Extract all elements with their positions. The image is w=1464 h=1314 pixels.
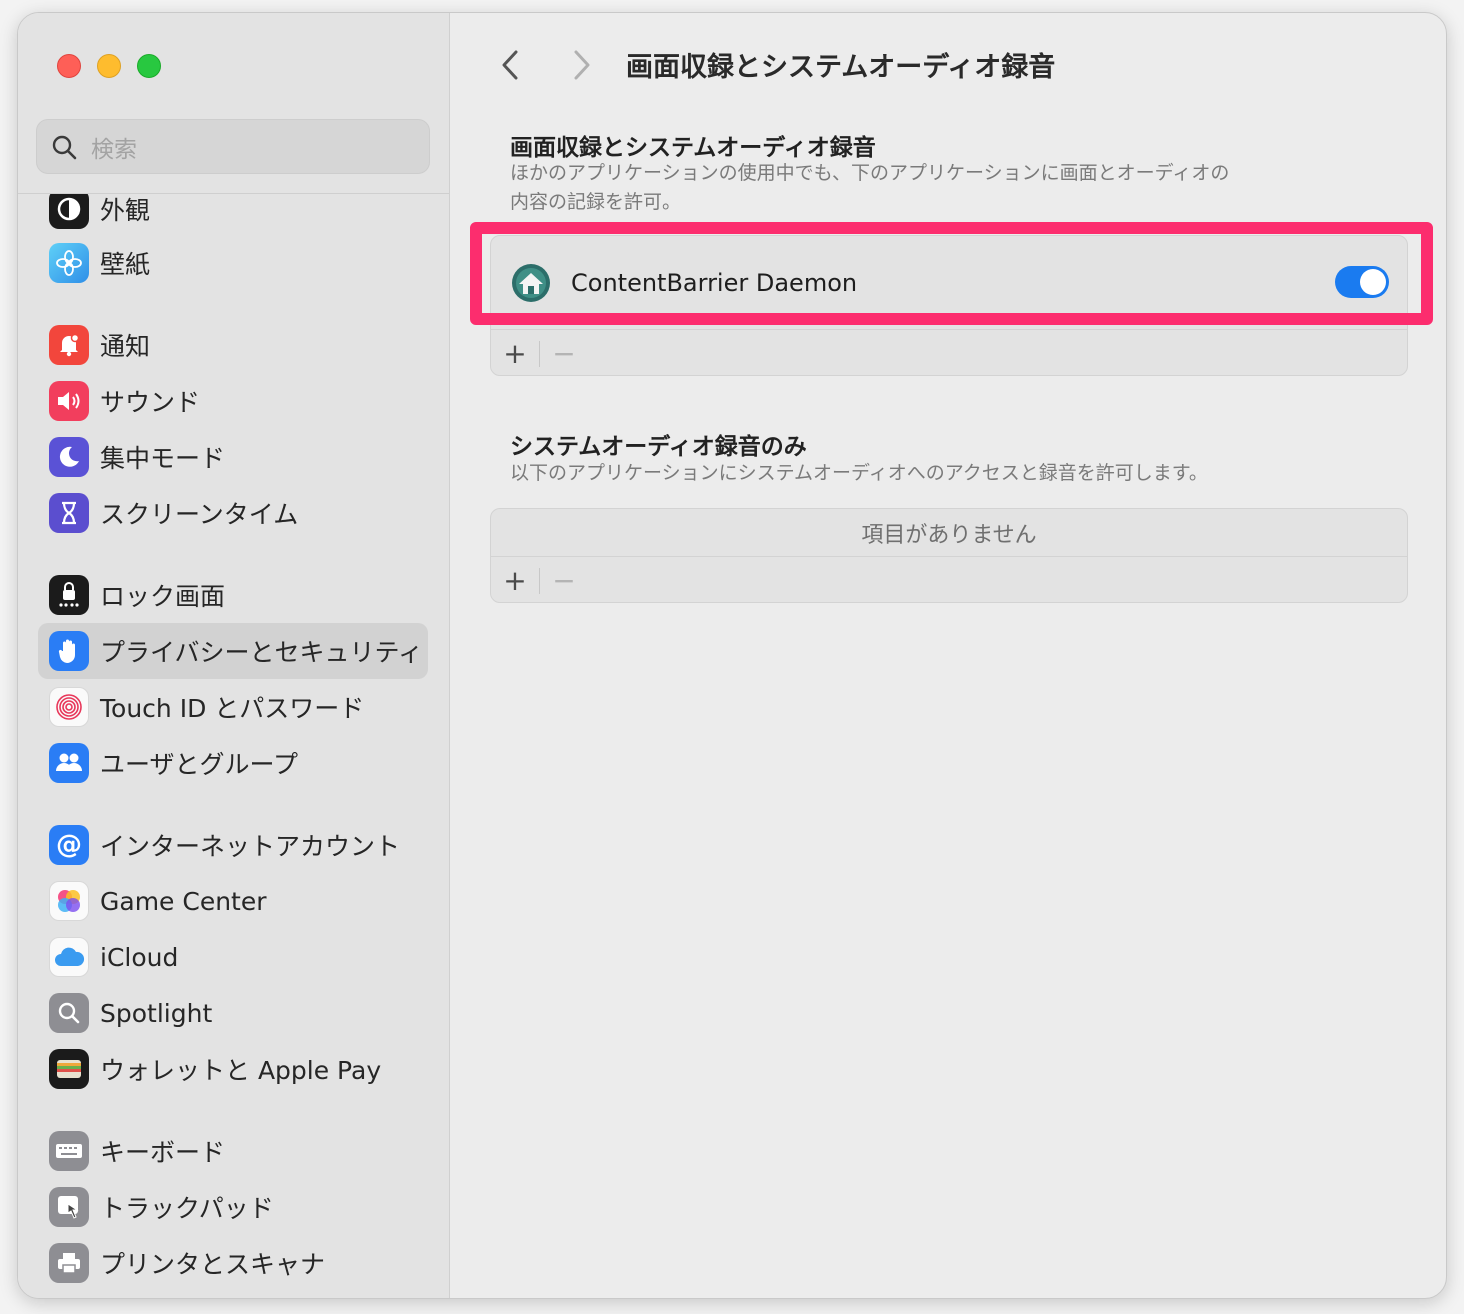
sidebar-item-label: スクリーンタイム [100, 500, 299, 529]
sidebar-item-printers[interactable]: プリンタとスキャナ [38, 1235, 428, 1291]
remove-button[interactable]: − [540, 558, 588, 602]
sidebar-item-touch-id[interactable]: Touch ID とパスワード [38, 679, 428, 735]
users-icon [49, 743, 89, 783]
at-icon: @ [49, 825, 89, 865]
sidebar-item-appearance[interactable]: 外観 [38, 194, 428, 237]
sidebar-item-wallet[interactable]: ウォレットと Apple Pay [38, 1041, 428, 1097]
sidebar-item-icloud[interactable]: iCloud [38, 929, 428, 985]
sidebar-item-notifications[interactable]: 通知 [38, 317, 428, 373]
zoom-button[interactable] [137, 54, 161, 78]
sidebar-item-privacy-security[interactable]: プライバシーとセキュリティ [38, 623, 428, 679]
sidebar-item-label: 集中モード [100, 444, 226, 473]
icloud-icon [49, 937, 89, 977]
page-title: 画面収録とシステムオーディオ録音 [626, 52, 1056, 83]
sidebar-list: 外観 壁紙 通知 サウンド 集中モード スクリーンタイム ロック画面 プライバシ… [18, 194, 449, 1298]
section-heading-screen-recording: 画面収録とシステムオーディオ録音 [510, 135, 876, 161]
wallet-icon [49, 1049, 89, 1089]
sidebar-item-label: トラックパッド [100, 1194, 274, 1223]
sidebar-item-label: 通知 [100, 332, 151, 361]
back-arrow-icon[interactable] [496, 49, 524, 81]
minimize-button[interactable] [97, 54, 121, 78]
sidebar-item-label: プリンタとスキャナ [100, 1250, 326, 1279]
section-description-audio: 以下のアプリケーションにシステムオーディオへのアクセスと録音を許可します。 [510, 462, 1208, 484]
section-description-line1: ほかのアプリケーションの使用中でも、下のアプリケーションに画面とオーディオの [510, 162, 1230, 184]
sidebar-item-label: 外観 [100, 196, 151, 225]
sidebar-item-label: Game Center [100, 886, 267, 916]
empty-list-message: 項目がありません [491, 509, 1407, 557]
sidebar-item-sound[interactable]: サウンド [38, 373, 428, 429]
sidebar-item-wallpaper[interactable]: 壁紙 [38, 235, 428, 291]
sidebar-item-label: Spotlight [100, 998, 213, 1028]
lock-screen-icon [49, 575, 89, 615]
focus-icon [49, 437, 89, 477]
plus-minus-bar: + − [491, 331, 1407, 375]
app-row-contentbarrier: ContentBarrier Daemon [491, 236, 1407, 330]
section-description-line2: 内容の記録を許可。 [510, 191, 682, 213]
privacy-hand-icon [49, 631, 89, 671]
fingerprint-icon [49, 687, 89, 727]
add-button[interactable]: + [491, 331, 539, 375]
remove-button[interactable]: − [540, 331, 588, 375]
sidebar-item-keyboard[interactable]: キーボード [38, 1123, 428, 1179]
plus-minus-bar: + − [491, 558, 1407, 602]
notifications-icon [49, 325, 89, 365]
window-controls [57, 54, 161, 78]
sidebar-item-label: プライバシーとセキュリティ [100, 638, 424, 667]
add-button[interactable]: + [491, 558, 539, 602]
sidebar-item-label: iCloud [100, 942, 179, 972]
wallpaper-icon [49, 243, 89, 283]
audio-only-app-list: 項目がありません + − [490, 508, 1408, 603]
app-name: ContentBarrier Daemon [571, 268, 858, 297]
search-icon [52, 135, 77, 159]
sidebar-item-game-center[interactable]: Game Center [38, 873, 428, 929]
close-button[interactable] [57, 54, 81, 78]
printer-icon [49, 1243, 89, 1283]
sidebar-item-focus[interactable]: 集中モード [38, 429, 428, 485]
main-content: 画面収録とシステムオーディオ録音 画面収録とシステムオーディオ録音 ほかのアプリ… [450, 13, 1446, 1298]
sidebar-item-trackpad[interactable]: トラックパッド [38, 1179, 428, 1235]
search-field[interactable]: 検索 [36, 119, 430, 174]
forward-arrow-icon[interactable] [568, 49, 596, 81]
section-heading-audio-only: システムオーディオ録音のみ [510, 434, 807, 460]
keyboard-icon [49, 1131, 89, 1171]
contentbarrier-app-icon [512, 263, 550, 302]
sound-icon [49, 381, 89, 421]
sidebar-item-users-groups[interactable]: ユーザとグループ [38, 735, 428, 791]
sidebar-item-spotlight[interactable]: Spotlight [38, 985, 428, 1041]
sidebar-item-label: インターネットアカウント [100, 832, 401, 861]
sidebar-item-label: ウォレットと Apple Pay [100, 1056, 382, 1085]
trackpad-icon [49, 1187, 89, 1227]
screen-recording-app-list: ContentBarrier Daemon + − [490, 235, 1408, 376]
sidebar-item-label: Touch ID とパスワード [100, 694, 365, 723]
sidebar-item-label: キーボード [100, 1138, 226, 1167]
settings-window: 検索 外観 壁紙 通知 サウンド 集中モード スクリーンタイム ロック画面 プラ… [17, 12, 1447, 1299]
game-center-icon [49, 881, 89, 921]
sidebar-item-label: ロック画面 [100, 582, 226, 611]
sidebar-item-label: ユーザとグループ [100, 750, 299, 779]
sidebar-item-lock-screen[interactable]: ロック画面 [38, 567, 428, 623]
sidebar: 検索 外観 壁紙 通知 サウンド 集中モード スクリーンタイム ロック画面 プラ… [18, 13, 450, 1298]
sidebar-item-screen-time[interactable]: スクリーンタイム [38, 485, 428, 541]
sidebar-item-label: サウンド [100, 388, 201, 417]
spotlight-icon [49, 993, 89, 1033]
sidebar-item-label: 壁紙 [100, 250, 151, 279]
screen-time-icon [49, 493, 89, 533]
contentbarrier-toggle[interactable] [1335, 266, 1389, 298]
sidebar-item-internet-accounts[interactable]: @ インターネットアカウント [38, 817, 428, 873]
search-placeholder: 検索 [91, 136, 137, 163]
appearance-icon [49, 194, 89, 229]
